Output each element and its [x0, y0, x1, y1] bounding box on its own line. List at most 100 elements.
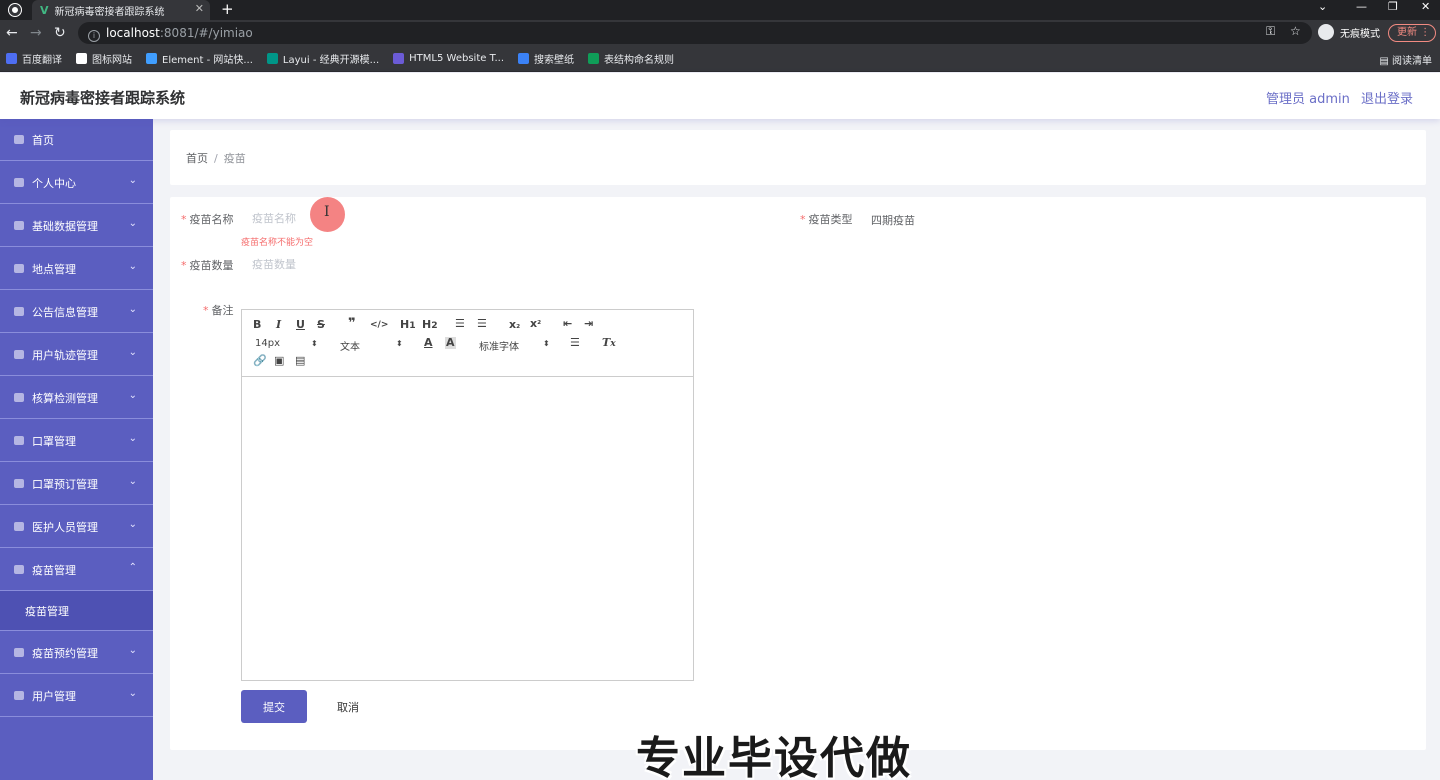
bookmark-item[interactable]: 百度翻译: [6, 51, 62, 66]
vaccine-type-label: * 疫苗类型: [800, 211, 853, 227]
indent-icon[interactable]: ⇥: [584, 318, 593, 330]
align-icon[interactable]: ☰: [570, 337, 580, 349]
font-family-select[interactable]: 标准字体: [479, 338, 519, 353]
new-tab-icon[interactable]: +: [221, 0, 234, 18]
tab-search-icon[interactable]: ⌄: [1318, 0, 1327, 14]
sidebar-item-locations[interactable]: 地点管理 ⌄: [0, 248, 153, 290]
app-title: 新冠病毒密接者跟踪系统: [20, 89, 186, 107]
underline-icon[interactable]: U: [296, 319, 305, 331]
bullet-list-icon[interactable]: ☰: [477, 318, 487, 330]
address-bar: ← → ↻ i localhost:8081/#/yimiao ⚿ ☆ 无痕模式 …: [0, 20, 1440, 46]
bookmark-item[interactable]: 表结构命名规则: [588, 51, 674, 66]
link-icon[interactable]: 🔗: [253, 355, 267, 367]
font-color-icon[interactable]: A: [424, 337, 433, 349]
incognito-indicator[interactable]: 无痕模式: [1318, 24, 1380, 40]
forward-icon[interactable]: →: [30, 24, 42, 42]
remark-editor: B I U S ❞ </> H1 H2 ☰ ☰ x₂ x² ⇤ ⇥ 14px ⬍…: [241, 309, 694, 681]
bookmark-item[interactable]: Element - 网站快...: [146, 51, 253, 66]
video-icon[interactable]: ▤: [295, 355, 305, 367]
italic-icon[interactable]: I: [276, 319, 281, 331]
chevron-down-icon: ⌄: [128, 261, 137, 272]
sidebar-item-mask-orders[interactable]: 口罩预订管理 ⌄: [0, 463, 153, 505]
sidebar-item-label: 个人中心: [32, 176, 76, 190]
tab-close-icon[interactable]: ✕: [195, 2, 204, 15]
sidebar-item-tracks[interactable]: 用户轨迹管理 ⌄: [0, 334, 153, 376]
sidebar-item-vaccines[interactable]: 疫苗管理 ⌃: [0, 549, 153, 591]
breadcrumb-card: 首页 / 疫苗: [170, 130, 1426, 185]
sidebar-item-label: 疫苗管理: [32, 563, 76, 577]
chevron-down-icon: ⌄: [128, 645, 137, 656]
bookmark-label: 表结构命名规则: [604, 55, 675, 66]
sidebar-item-label: 基础数据管理: [32, 219, 98, 233]
site-info-icon[interactable]: i: [88, 30, 100, 42]
cancel-button[interactable]: 取消: [315, 690, 381, 723]
bookmark-item[interactable]: Layui - 经典开源模...: [266, 51, 379, 66]
bookmark-label: 百度翻译: [22, 55, 62, 66]
vaccine-quantity-input[interactable]: [241, 251, 701, 277]
superscript-icon[interactable]: x²: [530, 318, 541, 331]
bar-chart-icon: [14, 565, 24, 574]
update-button[interactable]: 更新 ⋮: [1388, 24, 1436, 42]
flag-icon: [14, 393, 24, 402]
reading-list-button[interactable]: ▤ 阅读清单: [1379, 52, 1432, 67]
outdent-icon[interactable]: ⇤: [563, 318, 572, 330]
power-icon: [14, 436, 24, 445]
sidebar-item-label: 核算检测管理: [32, 391, 98, 405]
bookmark-favicon-icon: [266, 53, 278, 64]
sidebar-item-vaccine-booking[interactable]: 疫苗预约管理 ⌄: [0, 632, 153, 674]
minimize-icon[interactable]: —: [1356, 0, 1367, 14]
header-select[interactable]: 文本: [340, 338, 360, 353]
sidebar-subitem-vaccine-manage[interactable]: 疫苗管理: [0, 591, 153, 631]
bookmark-item[interactable]: HTML5 Website T...: [393, 53, 504, 64]
sidebar-item-users[interactable]: 用户管理 ⌄: [0, 675, 153, 717]
bold-icon[interactable]: B: [253, 319, 261, 331]
ordered-list-icon[interactable]: ☰: [455, 318, 465, 330]
track-icon: [14, 350, 24, 359]
strike-icon[interactable]: S: [317, 319, 325, 331]
vaccine-name-error: 疫苗名称不能为空: [241, 238, 314, 248]
sidebar-item-home[interactable]: 首页: [0, 119, 153, 161]
sidebar-item-base-data[interactable]: 基础数据管理 ⌄: [0, 205, 153, 247]
bookmark-item[interactable]: 图标网站: [76, 51, 132, 66]
reload-icon[interactable]: ↻: [54, 24, 66, 42]
clipboard-icon: [14, 479, 24, 488]
bookmark-star-icon[interactable]: ☆: [1290, 24, 1301, 38]
header2-icon[interactable]: H2: [422, 319, 438, 332]
back-icon[interactable]: ←: [6, 24, 18, 42]
browser-tab[interactable]: V 新冠病毒密接者跟踪系统 ✕: [32, 0, 210, 20]
clean-format-icon[interactable]: Tx: [602, 337, 616, 350]
image-icon[interactable]: ▣: [274, 355, 284, 367]
sidebar-item-label: 疫苗预约管理: [32, 646, 98, 660]
submit-button[interactable]: 提交: [241, 690, 307, 723]
background-color-icon[interactable]: A: [445, 337, 456, 349]
sidebar-item-profile[interactable]: 个人中心 ⌄: [0, 162, 153, 204]
key-icon[interactable]: ⚿: [1266, 24, 1275, 39]
code-block-icon[interactable]: </>: [370, 319, 388, 331]
sidebar-item-label: 口罩管理: [32, 434, 76, 448]
update-label: 更新: [1397, 27, 1417, 38]
breadcrumb: 首页 / 疫苗: [186, 150, 246, 166]
label-text: 疫苗数量: [189, 259, 234, 272]
url-path: :8081/#/yimiao: [159, 26, 253, 40]
bookmark-item[interactable]: 搜索壁纸: [518, 51, 574, 66]
sidebar-item-label: 医护人员管理: [32, 520, 98, 534]
close-window-icon[interactable]: ✕: [1421, 0, 1430, 14]
current-user: 管理员 admin: [1266, 92, 1350, 107]
sidebar-item-medical-staff[interactable]: 医护人员管理 ⌄: [0, 506, 153, 548]
send-icon: [14, 648, 24, 657]
label-text: 备注: [211, 304, 234, 317]
url-input[interactable]: i localhost:8081/#/yimiao: [78, 22, 1312, 44]
sidebar-item-notices[interactable]: 公告信息管理 ⌄: [0, 291, 153, 333]
subscript-icon[interactable]: x₂: [509, 319, 520, 332]
vaccine-quantity-label: * 疫苗数量: [181, 257, 234, 273]
sidebar-item-masks[interactable]: 口罩管理 ⌄: [0, 420, 153, 462]
breadcrumb-home[interactable]: 首页: [186, 152, 208, 165]
sidebar-item-tests[interactable]: 核算检测管理 ⌄: [0, 377, 153, 419]
logout-link[interactable]: 退出登录: [1361, 88, 1413, 107]
header1-icon[interactable]: H1: [400, 319, 416, 332]
vaccine-type-select[interactable]: 四期疫苗: [871, 212, 915, 228]
blockquote-icon[interactable]: ❞: [348, 317, 356, 330]
font-size-select[interactable]: 14px: [255, 338, 280, 349]
restore-icon[interactable]: ❐: [1388, 0, 1398, 14]
bookmarks-bar: 百度翻译 图标网站 Element - 网站快... Layui - 经典开源模…: [0, 46, 1440, 72]
